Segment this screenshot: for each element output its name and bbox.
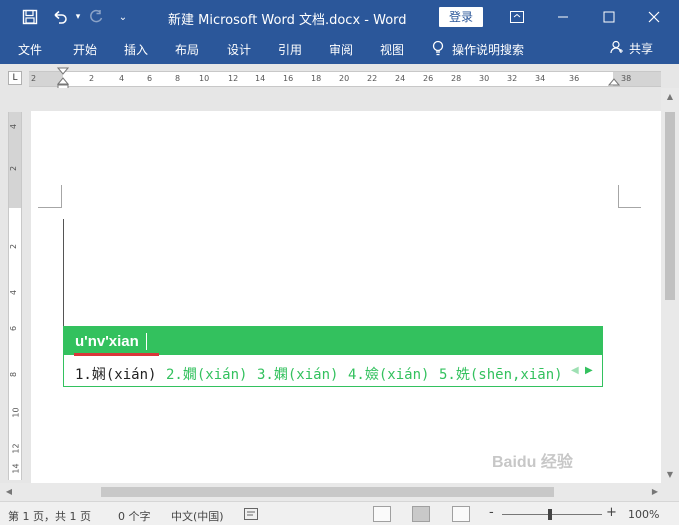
scroll-right-icon[interactable]: ▶: [650, 487, 660, 497]
ruler-number: 4: [9, 289, 19, 296]
ime-underline: [74, 353, 159, 356]
read-mode-icon[interactable]: [373, 506, 391, 522]
tab-design[interactable]: 设计: [227, 41, 251, 58]
ime-prev-page-icon[interactable]: ◀: [571, 365, 579, 376]
word-count[interactable]: 0 个字: [118, 508, 151, 524]
minimize-icon[interactable]: [547, 4, 579, 30]
tab-view[interactable]: 视图: [380, 41, 404, 58]
ruler-number: 14: [11, 463, 21, 474]
ruler-number: 14: [255, 74, 266, 83]
ruler-number: 16: [283, 74, 294, 83]
print-layout-icon[interactable]: [412, 506, 430, 522]
ruler-number: 2: [89, 74, 95, 83]
undo-icon[interactable]: [50, 7, 70, 27]
ruler-number: 4: [119, 74, 125, 83]
right-indent-marker-icon[interactable]: [608, 76, 620, 86]
ruler-number: 2: [9, 165, 19, 172]
ime-caret: [146, 333, 147, 350]
ruler-number: 10: [11, 407, 21, 418]
ruler-number: 10: [199, 74, 210, 83]
ruler-number: 8: [175, 74, 181, 83]
redo-icon: [86, 7, 106, 27]
page-count[interactable]: 第 1 页，共 1 页: [8, 508, 91, 524]
ruler-number: 22: [367, 74, 378, 83]
status-bar: 第 1 页，共 1 页 0 个字 中文(中国) - + 100%: [0, 501, 679, 525]
title-bar: ▾ ⌄ 新建 Microsoft Word 文档.docx - Word 登录: [0, 0, 679, 34]
share-label: 共享: [629, 42, 654, 56]
scroll-down-icon[interactable]: ▼: [665, 470, 675, 480]
zoom-slider-thumb[interactable]: [548, 509, 552, 520]
tell-me-search[interactable]: 操作说明搜索: [432, 40, 524, 59]
ruler-number: 30: [479, 74, 490, 83]
scroll-left-icon[interactable]: ◀: [4, 487, 14, 497]
tab-review[interactable]: 审阅: [329, 41, 353, 58]
ruler-number: 12: [228, 74, 239, 83]
vertical-scroll-thumb[interactable]: [665, 112, 675, 300]
zoom-out-button[interactable]: -: [489, 505, 494, 520]
horizontal-scrollbar[interactable]: ◀ ▶: [0, 483, 679, 501]
ruler-number: 28: [451, 74, 462, 83]
ribbon-tabs: 文件 开始 插入 布局 设计 引用 审阅 视图 操作说明搜索 共享: [0, 34, 679, 64]
ime-candidate[interactable]: 3.嫻(xián): [257, 364, 338, 384]
tab-insert[interactable]: 插入: [124, 41, 148, 58]
ruler-number: 20: [339, 74, 350, 83]
ruler-number: 34: [535, 74, 546, 83]
ime-candidate[interactable]: 2.嫺(xián): [166, 364, 247, 384]
close-icon[interactable]: [638, 4, 670, 30]
ruler-number: 8: [9, 371, 19, 378]
margin-corner-mark: [618, 185, 641, 208]
ime-composition-text: u'nv'xian: [75, 333, 139, 350]
lightbulb-icon: [432, 40, 444, 59]
vertical-scrollbar[interactable]: ▲ ▼: [661, 88, 679, 483]
ruler-number: 32: [507, 74, 518, 83]
ruler-number: 6: [9, 325, 19, 332]
person-icon: [610, 40, 624, 57]
ruler-number: 36: [569, 74, 580, 83]
share-button[interactable]: 共享: [610, 40, 653, 57]
tell-me-label: 操作说明搜索: [452, 43, 525, 57]
horizontal-scroll-thumb[interactable]: [101, 487, 554, 497]
save-icon[interactable]: [20, 7, 40, 27]
undo-dropdown-icon[interactable]: ▾: [68, 7, 88, 27]
horizontal-ruler[interactable]: 2 2 4 6 8 10 12 14 16 18 20 22 24 26 28 …: [29, 71, 661, 87]
macro-record-icon[interactable]: [244, 508, 258, 523]
window-title: 新建 Microsoft Word 文档.docx - Word: [168, 13, 407, 28]
tab-selector[interactable]: L: [8, 71, 22, 85]
ime-candidate[interactable]: 5.姺(shēn,xiān): [439, 364, 563, 384]
ruler-number: 24: [395, 74, 406, 83]
ime-candidate[interactable]: 4.嬐(xián): [348, 364, 429, 384]
ruler-number: 2: [31, 74, 37, 83]
tab-home[interactable]: 开始: [73, 41, 97, 58]
ruler-area: L 2 2 4 6 8 10 12 14 16 18 20 22 24 26 2…: [0, 64, 679, 92]
ruler-number: 18: [311, 74, 322, 83]
zoom-level[interactable]: 100%: [628, 508, 659, 521]
vertical-ruler[interactable]: 4 2 2 4 6 8 10 12 14: [8, 112, 22, 480]
ime-candidate-window: u'nv'xian 1.娴(xián) 2.嫺(xián) 3.嫻(xián) …: [63, 326, 603, 387]
margin-corner-mark: [38, 185, 62, 208]
ruler-number: 26: [423, 74, 434, 83]
customize-toolbar-icon[interactable]: ⌄: [113, 7, 133, 27]
tab-file[interactable]: 文件: [18, 41, 42, 58]
tab-references[interactable]: 引用: [278, 41, 302, 58]
zoom-slider[interactable]: [502, 514, 602, 515]
watermark: Baidu 经验: [492, 454, 573, 471]
tab-layout[interactable]: 布局: [175, 41, 199, 58]
ime-next-page-icon[interactable]: ▶: [585, 365, 593, 376]
ribbon-display-options-icon[interactable]: [501, 4, 533, 30]
scroll-up-icon[interactable]: ▲: [665, 92, 675, 102]
ruler-number: 38: [621, 74, 632, 83]
zoom-in-button[interactable]: +: [606, 505, 617, 520]
ruler-number: 2: [9, 243, 19, 250]
language-indicator[interactable]: 中文(中国): [171, 508, 224, 524]
ime-candidate[interactable]: 1.娴(xián): [75, 364, 156, 384]
ime-composition-bar: u'nv'xian: [64, 327, 602, 355]
login-button[interactable]: 登录: [439, 7, 483, 27]
document-page[interactable]: [31, 111, 661, 483]
ruler-number: 4: [9, 123, 19, 130]
ruler-number: 12: [11, 443, 21, 454]
ruler-number: 6: [147, 74, 153, 83]
maximize-icon[interactable]: [593, 4, 625, 30]
web-layout-icon[interactable]: [452, 506, 470, 522]
